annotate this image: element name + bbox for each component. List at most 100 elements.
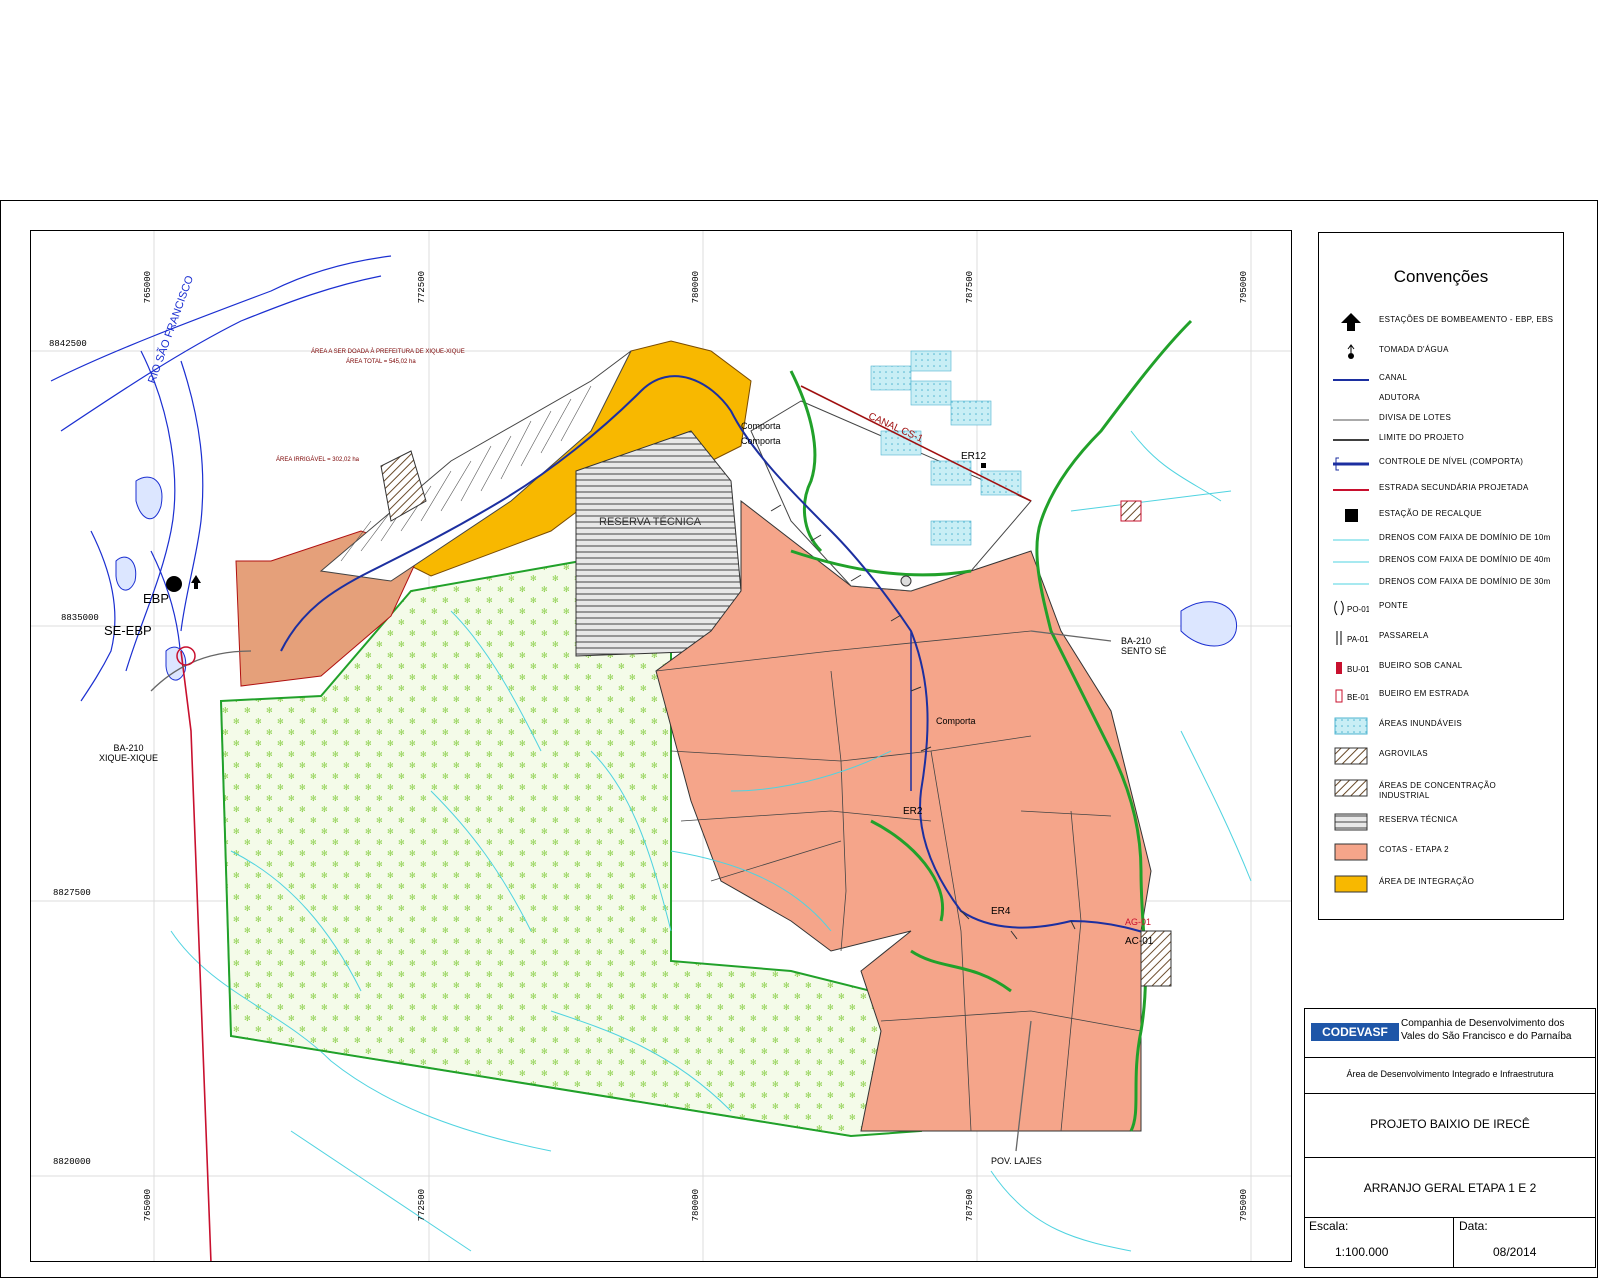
intake-arrow-icon: [191, 575, 201, 589]
drain-40-line: [1333, 561, 1369, 563]
svg-text:PO-01: PO-01: [1347, 605, 1369, 614]
svg-text:BU-01: BU-01: [1347, 665, 1369, 674]
road-line: [1333, 489, 1369, 491]
coord-x-765000-top: 765000: [143, 271, 153, 304]
coord-x-787500-top: 787500: [965, 271, 975, 304]
legend-item-passarela: PA-01 PASSARELA: [1319, 627, 1565, 649]
legend-item-divisa: DIVISA DE LOTES: [1319, 409, 1565, 431]
coord-y-8835000: 8835000: [61, 613, 99, 623]
legend-item-canal: CANAL: [1319, 369, 1565, 391]
drawing-row: ARRANJO GERAL ETAPA 1 E 2: [1305, 1157, 1595, 1218]
drain-30-line: [1333, 583, 1369, 585]
pump-station-icon: [1341, 313, 1361, 331]
er12-label: ER12: [961, 451, 987, 462]
coord-x-772500-bottom: 772500: [417, 1189, 427, 1222]
se-ebp-label: SE-EBP: [104, 623, 152, 638]
area-total-label: ÁREA TOTAL = 545,02 ha: [346, 359, 416, 365]
coord-y-8842500: 8842500: [49, 339, 87, 349]
bridge-icon: PO-01: [1334, 600, 1369, 616]
legend-item-recalque: ESTAÇÃO DE RECALQUE: [1319, 505, 1565, 527]
ba210-sento-label: BA-210 SENTO SÉ: [1121, 636, 1167, 656]
comporta-label-2: Comporta: [741, 436, 781, 446]
company-name: Companhia de Desenvolvimento dos Vales d…: [1401, 1018, 1572, 1042]
coord-x-765000-bottom: 765000: [143, 1189, 153, 1222]
map-frame[interactable]: ✻ ✻: [30, 230, 1292, 1262]
er2-label: ER2: [903, 806, 923, 817]
legend-title: Convenções: [1393, 267, 1489, 286]
department-row: Área de Desenvolvimento Integrado e Infr…: [1305, 1057, 1595, 1094]
legend-item-etapa2: COTAS - ETAPA 2: [1319, 841, 1565, 863]
industrial-swatch: [1334, 779, 1368, 797]
coord-x-795000-top: 795000: [1239, 271, 1249, 304]
legend-item-comporta: CONTROLE DE NÍVEL (COMPORTA): [1319, 453, 1565, 475]
legend-item-reserva: RESERVA TÉCNICA: [1319, 811, 1565, 833]
legend-item-drain-30: DRENOS COM FAIXA DE DOMÍNIO DE 30m: [1319, 573, 1565, 595]
ac01-label: AC-01: [1125, 936, 1154, 947]
department-name: Área de Desenvolvimento Integrado e Infr…: [1346, 1069, 1554, 1079]
project-name: PROJETO BAIXIO DE IRECÊ: [1370, 1117, 1530, 1131]
legend-item-bueiro-estrada: BE-01 BUEIRO EM ESTRADA: [1319, 685, 1565, 707]
legend-item-adutora: ADUTORA: [1319, 389, 1565, 411]
culvert-canal-icon: BU-01: [1336, 662, 1369, 674]
scale-date-divider: [1453, 1217, 1454, 1267]
pov-lajes-label: POV. LAJES: [991, 1156, 1042, 1166]
coord-y-8827500: 8827500: [53, 888, 91, 898]
coord-x-787500-bottom: 787500: [965, 1189, 975, 1222]
agrovila-swatch: [1334, 747, 1368, 765]
legend-item-drain-10: DRENOS COM FAIXA DE DOMÍNIO DE 10m: [1319, 529, 1565, 551]
legend-item-limite: LIMITE DO PROJETO: [1319, 429, 1565, 451]
legend-item-inundaveis: ÁREAS INUNDÁVEIS: [1319, 715, 1565, 737]
coord-y-8820000: 8820000: [53, 1157, 91, 1167]
area-irrigavel-label: ÁREA IRRIGÁVEL = 302,02 ha: [276, 457, 359, 463]
legend-item-drain-40: DRENOS COM FAIXA DE DOMÍNIO DE 40m: [1319, 551, 1565, 573]
title-block: CODEVASF Companhia de Desenvolvimento do…: [1304, 1008, 1596, 1268]
project-row: PROJETO BAIXIO DE IRECÊ: [1305, 1093, 1595, 1158]
scale-value: 1:100.000: [1335, 1245, 1389, 1259]
legend-item-water-intake: TOMADA D'ÁGUA: [1319, 341, 1565, 363]
date-value: 08/2014: [1493, 1245, 1537, 1259]
comporta-label-1: Comporta: [741, 421, 781, 431]
legend-item-agrovilas: AGROVILAS: [1319, 745, 1565, 767]
svg-text:PA-01: PA-01: [1347, 635, 1369, 644]
recalque-station-icon: [981, 463, 986, 468]
ebp-label: EBP: [143, 591, 170, 606]
scale-label: Escala:: [1309, 1219, 1349, 1233]
drawing-title: ARRANJO GERAL ETAPA 1 E 2: [1363, 1181, 1537, 1195]
comporta-label-3: Comporta: [936, 716, 976, 726]
coord-x-780000-top: 780000: [691, 271, 701, 304]
er4-label: ER4: [991, 906, 1011, 917]
flood-swatch: [1334, 717, 1368, 735]
reserva-label: RESERVA TÉCNICA: [599, 516, 702, 528]
legend-item-bueiro-canal: BU-01 BUEIRO SOB CANAL: [1319, 657, 1565, 679]
stage2-swatch: [1334, 843, 1368, 861]
legend-item-industrial: ÁREAS DE CONCENTRAÇÃO INDUSTRIAL: [1319, 777, 1565, 800]
legend-item-pump-station: ESTAÇÕES DE BOMBEAMENTO - EBP, EBS: [1319, 311, 1565, 333]
codevasf-logo: CODEVASF: [1311, 1023, 1399, 1041]
legend-item-ponte: PO-01 PONTE: [1319, 597, 1565, 619]
legend-item-integracao: ÁREA DE INTEGRAÇÃO: [1319, 873, 1565, 895]
legend-item-estrada: ESTRADA SECUNDÁRIA PROJETADA: [1319, 479, 1565, 501]
coord-x-780000-bottom: 780000: [691, 1189, 701, 1222]
culvert-road-icon: BE-01: [1335, 689, 1369, 703]
coord-x-772500-top: 772500: [417, 271, 427, 304]
industrial-area-2: [1120, 500, 1142, 522]
square-icon: [1345, 509, 1358, 522]
map-canvas[interactable]: ✻ ✻: [31, 231, 1292, 1262]
coord-x-795000-bottom: 795000: [1239, 1189, 1249, 1222]
drain-10-line: [1333, 539, 1369, 541]
water-intake-icon: [1347, 344, 1355, 359]
legend-panel: Convenções ESTAÇÕES DE BOMBEAMENTO - EBP…: [1318, 232, 1564, 920]
pipeline-line: [1333, 391, 1369, 409]
ba210-xique-label: BA-210 XIQUE-XIQUE: [99, 743, 159, 763]
pump-station-icon: [166, 576, 182, 592]
ag01-label: AG-01: [1125, 917, 1152, 927]
limit-line: [1333, 439, 1369, 441]
svg-text:BE-01: BE-01: [1347, 693, 1369, 702]
date-label: Data:: [1459, 1219, 1488, 1233]
footbridge-icon: PA-01: [1336, 631, 1369, 645]
integration-swatch: [1334, 875, 1368, 893]
lot-line: [1333, 419, 1369, 421]
gate-line: [1333, 457, 1369, 471]
area-prefeitura-label: ÁREA A SER DOADA À PREFEITURA DE XIQUE-X…: [311, 349, 465, 355]
company-row: CODEVASF Companhia de Desenvolvimento do…: [1305, 1009, 1595, 1058]
